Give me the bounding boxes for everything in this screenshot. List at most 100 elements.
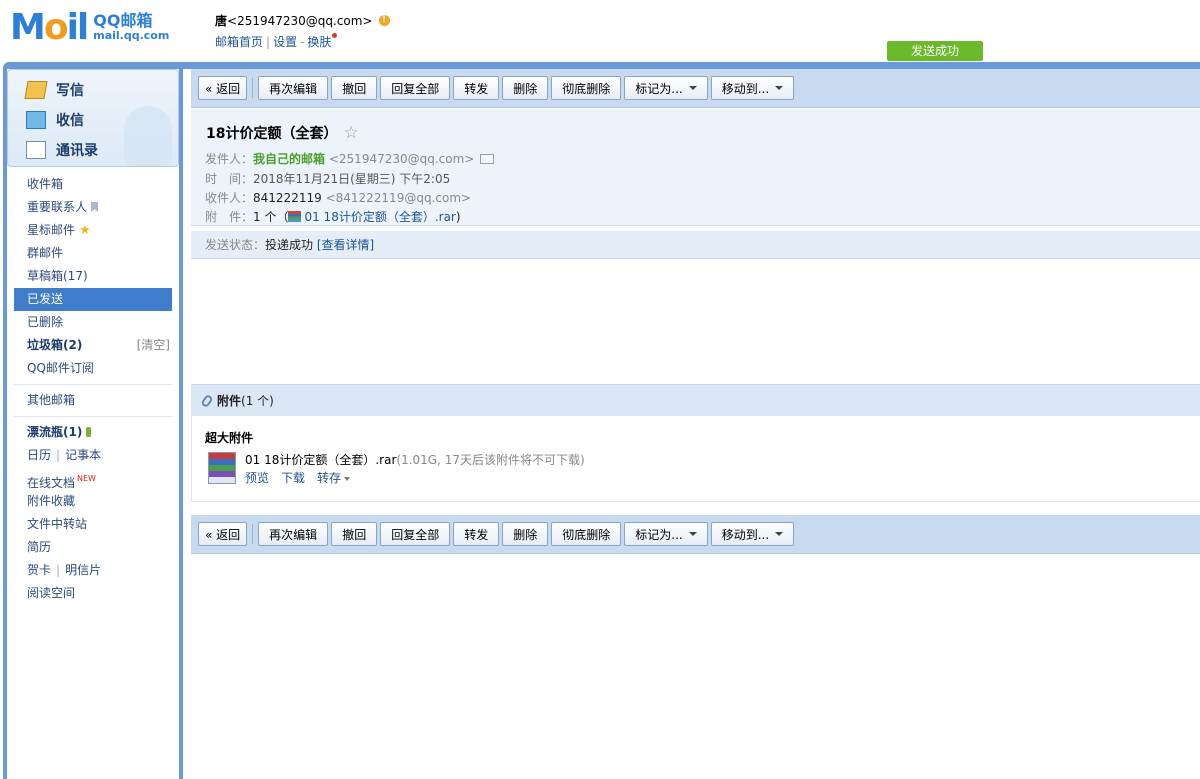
attachments-title: 附件 [217,394,242,408]
receive-button[interactable]: 收信 [26,110,84,130]
download-link[interactable]: 下载 [281,469,305,486]
folder-file-transfer[interactable]: 文件中转站 [7,513,179,536]
delivery-status-bar: 发送状态：投递成功 [查看详情] [191,231,1200,259]
reply-all-button[interactable]: 回复全部 [380,76,451,100]
postcard-link[interactable]: 明信片 [65,563,101,577]
preview-link[interactable]: 预览 [245,469,269,486]
reedit-button[interactable]: 再次编辑 [258,76,329,100]
move-to-dropdown[interactable]: 移动到... [710,522,795,546]
status-value: 投递成功 [265,238,314,252]
view-details-link[interactable]: [查看详情] [317,238,374,252]
delete-button[interactable]: 删除 [502,522,549,546]
contact-card-icon[interactable] [480,154,495,164]
folder-group[interactable]: 群邮件 [7,242,179,265]
warning-icon[interactable]: ! [378,15,390,26]
folder-deleted[interactable]: 已删除 [7,311,179,334]
mark-as-dropdown[interactable]: 标记为... [624,76,708,100]
folder-subscriptions[interactable]: QQ邮件订阅 [7,357,179,380]
folder-list: 收件箱 重要联系人 星标邮件 ★ 群邮件 草稿箱(17) 已发送 已删除 垃圾箱(… [7,173,179,605]
back-button[interactable]: « 返回 [198,522,248,546]
time-label: 时 间： [205,172,254,186]
compose-button[interactable]: 写信 [24,80,84,100]
home-link[interactable]: 邮箱首页 [215,35,263,49]
calendar-link[interactable]: 日历 [27,448,51,462]
folder-inbox[interactable]: 收件箱 [7,173,179,196]
attachment-label: 附 件： [205,210,254,224]
folder-label: 重要联系人 [27,200,88,214]
folder-label: 垃圾箱(2) [27,338,83,352]
logo-mark: Moil [10,7,89,48]
mark-as-dropdown[interactable]: 标记为... [624,522,708,546]
mail-header: 18计价定额（全套） ☆ 发件人：我自己的邮箱 <251947230@qq.co… [191,109,1200,226]
attachment-link[interactable]: 01 18计价定额（全套）.rar [304,210,455,224]
chevron-down-icon [688,532,697,536]
delete-button[interactable]: 删除 [502,76,549,100]
pencil-icon [24,81,48,99]
time-value: 2018年11月21日(星期三) 下午2:05 [253,172,451,186]
logo-cn: QQ邮箱 [93,11,153,30]
attachment-row: 附 件：1 个（ 01 18计价定额（全套）.rar) [205,208,461,225]
bottle-icon [86,427,92,437]
notes-link[interactable]: 记事本 [65,448,101,462]
subject-text: 18计价定额（全套） [206,126,338,142]
move-to-label: 移动到... [721,81,770,96]
attachment-actions: 预览 下载 转存 [245,469,351,486]
folder-label: 在线文档 [27,476,76,490]
from-label: 发件人： [205,152,254,166]
sender-name[interactable]: 我自己的邮箱 [253,152,325,166]
forward-button[interactable]: 转发 [453,76,500,100]
to-row: 收件人：841222119 <841222119@qq.com> [205,189,471,206]
attachments-header: 附件(1 个) [191,384,1200,416]
folder-online-docs[interactable]: 在线文档 NEW [7,467,179,490]
logo-en: mail.qq.com [93,29,170,42]
sidebar: 写信 收信 通讯录 收件箱 重要联系人 星标邮件 ★ 群邮件 草稿箱(17) 已发… [7,69,179,779]
delete-forever-button[interactable]: 彻底删除 [551,76,622,100]
recipient-name[interactable]: 841222119 [253,191,322,205]
reply-all-button[interactable]: 回复全部 [380,522,451,546]
delete-forever-button[interactable]: 彻底删除 [551,522,622,546]
mark-as-label: 标记为... [635,81,683,96]
skin-link[interactable]: 换肤 [307,35,331,49]
recall-button[interactable]: 撤回 [331,522,378,546]
folder-important[interactable]: 重要联系人 [7,196,179,219]
back-button[interactable]: « 返回 [198,76,248,100]
user-email: <251947230@qq.com> [227,13,373,28]
folder-reading-space[interactable]: 阅读空间 [7,582,179,605]
reedit-button[interactable]: 再次编辑 [258,522,329,546]
sender-email: <251947230@qq.com> [328,152,475,166]
qq-mail-logo[interactable]: Moil QQ邮箱 mail.qq.com [10,10,169,46]
folder-drift-bottle[interactable]: 漂流瓶(1) [7,421,179,444]
send-success-toast: 发送成功 [887,41,983,61]
settings-link[interactable]: 设置 [273,35,297,49]
recall-button[interactable]: 撤回 [331,76,378,100]
quick-actions: 写信 收信 通讯录 [7,69,179,167]
chevron-down-icon [775,532,784,536]
logo-text: QQ邮箱 mail.qq.com [93,13,169,43]
folder-label: 漂流瓶(1) [27,425,83,439]
user-name: 唐 [215,14,228,28]
folder-sent[interactable]: 已发送 [14,288,172,311]
paperclip-icon [200,393,214,409]
folder-resume[interactable]: 简历 [7,536,179,559]
bottom-toolbar: « 返回 再次编辑 撤回 回复全部 转发 删除 彻底删除 标记为... 移动到.… [191,515,1200,554]
save-to-dropdown[interactable]: 转存 [317,469,351,486]
forward-button[interactable]: 转发 [453,522,500,546]
folder-starred[interactable]: 星标邮件 ★ [7,219,179,242]
folder-attachment-collection[interactable]: 附件收藏 [7,490,179,513]
folder-cards: 贺卡 | 明信片 [7,559,179,582]
from-row: 发件人：我自己的邮箱 <251947230@qq.com> [205,150,495,167]
folder-drafts[interactable]: 草稿箱(17) [7,265,179,288]
attachment-count: 1 个（ [253,210,289,224]
clear-spam-link[interactable]: [清空] [137,334,170,357]
greeting-card-link[interactable]: 贺卡 [27,563,51,577]
penguin-watermark-icon [124,106,172,166]
folder-other-mailboxes[interactable]: 其他邮箱 [7,389,179,412]
chevron-down-icon [775,86,784,90]
contacts-button[interactable]: 通讯录 [26,140,98,160]
star-outline-icon[interactable]: ☆ [343,123,358,143]
star-icon: ★ [79,223,91,238]
move-to-dropdown[interactable]: 移动到... [710,76,795,100]
to-label: 收件人： [205,191,254,205]
link-separator: | [266,35,271,49]
folder-spam[interactable]: 垃圾箱(2) [清空] [7,334,179,357]
